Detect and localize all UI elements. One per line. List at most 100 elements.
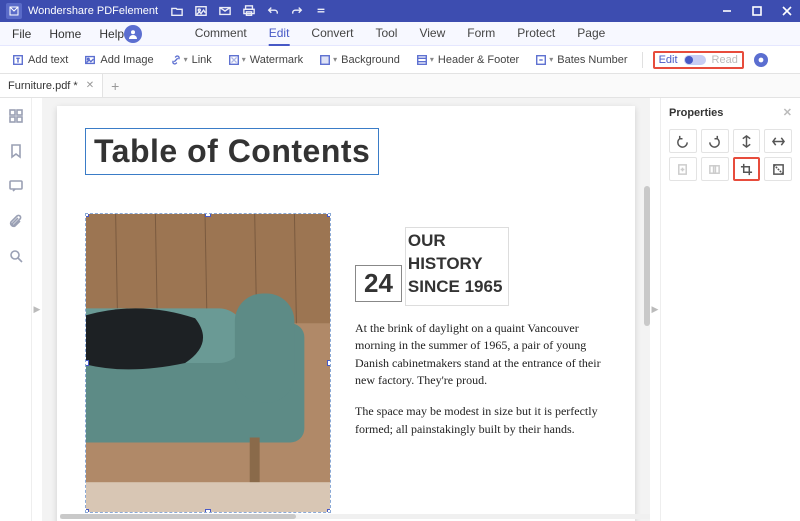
headline-line: SINCE 1965 — [408, 276, 503, 299]
workspace: ▶ Table of Contents — [0, 98, 800, 521]
resize-handle[interactable] — [205, 213, 211, 217]
chevron-down-icon: ▾ — [242, 55, 246, 64]
crop-icon[interactable] — [733, 157, 761, 181]
tab-tool[interactable]: Tool — [375, 22, 397, 46]
resize-handle[interactable] — [85, 509, 89, 513]
minimize-icon[interactable] — [720, 4, 734, 18]
thumbnails-icon[interactable] — [8, 108, 24, 127]
menu-bar: File Home Help Comment Edit Convert Tool… — [0, 22, 800, 46]
edit-read-toggle[interactable] — [684, 55, 706, 65]
tab-protect[interactable]: Protect — [517, 22, 555, 46]
title-bar: Wondershare PDFelement — [0, 0, 800, 22]
bookmark-icon[interactable] — [8, 143, 24, 162]
entry-headline[interactable]: OUR HISTORY SINCE 1965 — [405, 227, 510, 306]
document-canvas[interactable]: Table of Contents — [42, 98, 650, 521]
document-tab-strip: Furniture.pdf * ✕ + — [0, 74, 800, 98]
document-page: Table of Contents — [57, 106, 635, 521]
link-button[interactable]: ▾ Link — [164, 52, 218, 68]
rotate-right-icon[interactable] — [701, 129, 729, 153]
folder-open-icon[interactable] — [170, 4, 184, 18]
background-button[interactable]: ▾ Background — [313, 52, 406, 68]
body-paragraph[interactable]: At the brink of daylight on a quaint Van… — [355, 320, 607, 390]
chevron-down-icon: ▾ — [549, 55, 553, 64]
resize-handle[interactable] — [327, 360, 331, 366]
expand-right-icon[interactable]: ▶ — [650, 98, 660, 521]
ribbon-edit: Add text Add Image ▾ Link ▾ Watermark ▾ … — [0, 46, 800, 74]
page-title[interactable]: Table of Contents — [85, 128, 379, 175]
menu-file[interactable]: File — [12, 27, 31, 41]
canvas-wrapper: ▶ Table of Contents — [32, 98, 660, 521]
tab-page[interactable]: Page — [577, 22, 605, 46]
rotate-left-icon[interactable] — [669, 129, 697, 153]
body-paragraph[interactable]: The space may be modest in size but it i… — [355, 403, 607, 438]
separator — [642, 52, 643, 68]
selected-image[interactable] — [85, 213, 331, 513]
more-icon[interactable] — [314, 4, 328, 18]
voice-icon[interactable] — [754, 53, 768, 67]
tab-comment[interactable]: Comment — [195, 22, 247, 46]
properties-panel: Properties ✕ — [660, 98, 800, 521]
replace-icon[interactable] — [701, 157, 729, 181]
expand-left-icon[interactable]: ▶ — [32, 98, 42, 521]
read-mode-label: Read — [712, 54, 738, 66]
tab-form[interactable]: Form — [467, 22, 495, 46]
vertical-scrollbar[interactable] — [644, 186, 650, 326]
bates-label: Bates Number — [557, 54, 627, 66]
attachment-icon[interactable] — [8, 213, 24, 232]
sofa-illustration — [86, 214, 330, 512]
watermark-button[interactable]: ▾ Watermark — [222, 52, 309, 68]
properties-title: Properties — [669, 107, 723, 119]
document-tab[interactable]: Furniture.pdf * ✕ — [0, 74, 103, 97]
resize-handle[interactable] — [85, 213, 89, 217]
horizontal-scrollbar[interactable] — [60, 514, 650, 519]
edit-mode-label: Edit — [659, 54, 678, 66]
add-text-button[interactable]: Add text — [6, 52, 74, 68]
tab-edit[interactable]: Edit — [269, 22, 290, 46]
envelope-icon[interactable] — [218, 4, 232, 18]
extract-icon[interactable] — [669, 157, 697, 181]
image-icon[interactable] — [194, 4, 208, 18]
resize-handle[interactable] — [205, 509, 211, 513]
app-title: Wondershare PDFelement — [28, 5, 158, 17]
add-image-button[interactable]: Add Image — [78, 52, 159, 68]
close-icon[interactable] — [780, 4, 794, 18]
print-icon[interactable] — [242, 4, 256, 18]
properties-close-icon[interactable]: ✕ — [783, 106, 792, 119]
background-label: Background — [341, 54, 400, 66]
app-logo — [6, 3, 22, 19]
bates-number-button[interactable]: ▾ Bates Number — [529, 52, 633, 68]
tab-convert[interactable]: Convert — [311, 22, 353, 46]
header-footer-label: Header & Footer — [438, 54, 519, 66]
watermark-label: Watermark — [250, 54, 303, 66]
tab-close-icon[interactable]: ✕ — [86, 80, 94, 91]
maximize-icon[interactable] — [750, 4, 764, 18]
tab-view[interactable]: View — [419, 22, 445, 46]
user-avatar[interactable] — [124, 25, 142, 43]
window-controls — [720, 4, 794, 18]
text-column: 24 OUR HISTORY SINCE 1965 At the brink o… — [355, 213, 607, 513]
document-tab-label: Furniture.pdf * — [8, 80, 78, 92]
comment-icon[interactable] — [8, 178, 24, 197]
header-footer-button[interactable]: ▾ Header & Footer — [410, 52, 525, 68]
ribbon-tabs: Comment Edit Convert Tool View Form Prot… — [195, 22, 606, 46]
menu-help[interactable]: Help — [99, 27, 124, 41]
flip-v-icon[interactable] — [733, 129, 761, 153]
resize-handle[interactable] — [327, 213, 331, 217]
add-text-label: Add text — [28, 54, 68, 66]
redo-icon[interactable] — [290, 4, 304, 18]
headline-line: HISTORY — [408, 253, 503, 276]
entry-number[interactable]: 24 — [355, 265, 402, 302]
left-sidebar — [0, 98, 32, 521]
menu-home[interactable]: Home — [49, 27, 81, 41]
resize-handle[interactable] — [327, 509, 331, 513]
add-image-label: Add Image — [100, 54, 153, 66]
undo-icon[interactable] — [266, 4, 280, 18]
search-icon[interactable] — [8, 248, 24, 267]
chevron-down-icon: ▾ — [184, 55, 188, 64]
opacity-icon[interactable] — [764, 157, 792, 181]
flip-h-icon[interactable] — [764, 129, 792, 153]
headline-line: OUR — [408, 230, 503, 253]
new-tab-button[interactable]: + — [103, 78, 127, 94]
quick-access-toolbar — [170, 4, 328, 18]
resize-handle[interactable] — [85, 360, 89, 366]
